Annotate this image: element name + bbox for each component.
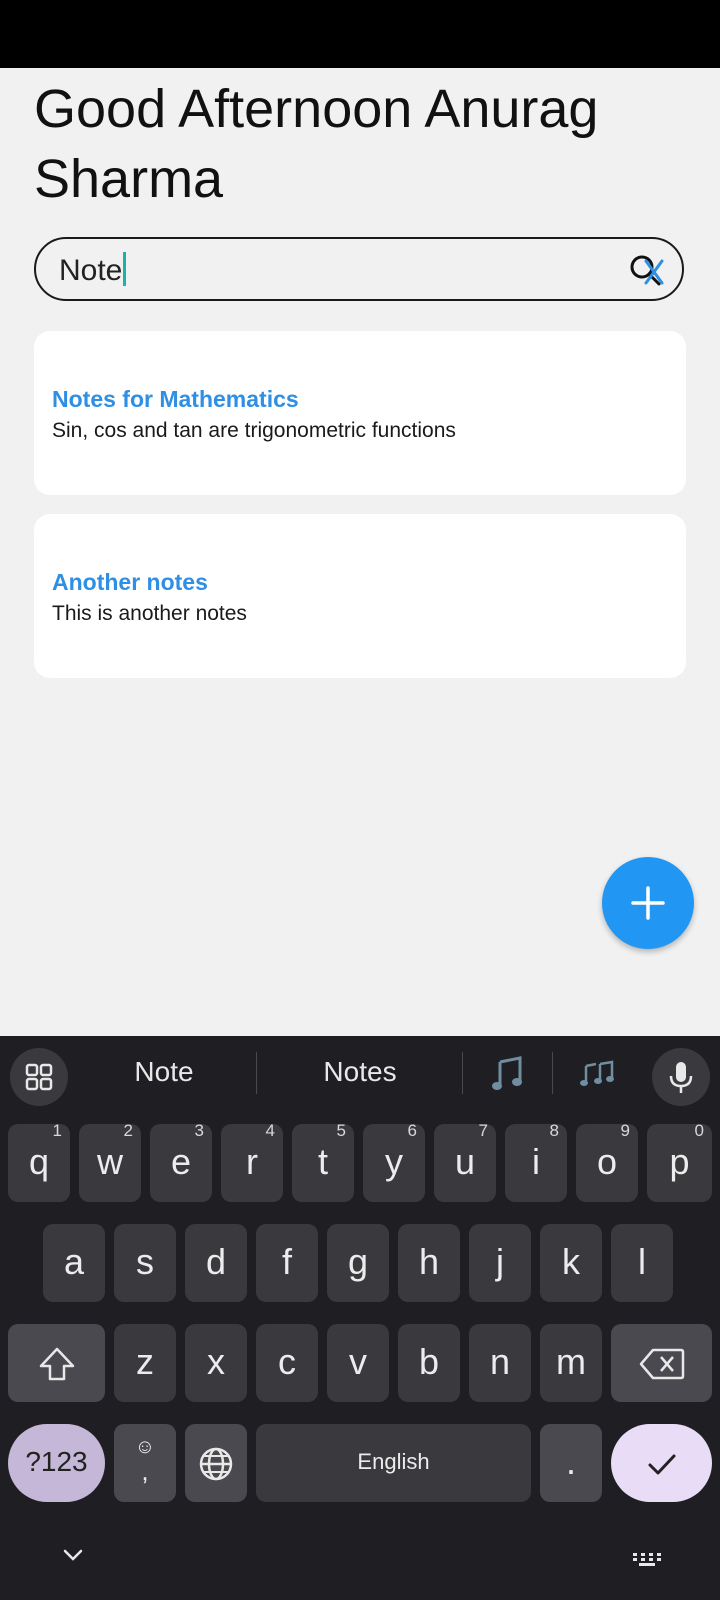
suggestion-item[interactable]: Note: [104, 1056, 224, 1088]
key-u[interactable]: u7: [434, 1121, 496, 1202]
note-body: This is another notes: [52, 602, 247, 625]
plus-icon: [631, 886, 665, 920]
note-card[interactable]: Notes for Mathematics Sin, cos and tan a…: [34, 331, 686, 495]
shift-key[interactable]: [8, 1324, 105, 1402]
key-o[interactable]: o9: [576, 1121, 638, 1202]
shift-icon: [39, 1348, 74, 1381]
key-a[interactable]: a: [43, 1224, 105, 1302]
backspace-icon: [639, 1349, 684, 1380]
keyboard-switcher-icon[interactable]: [632, 1552, 662, 1573]
greeting-title: Good Afternoon Anurag Sharma: [34, 79, 599, 209]
key-y[interactable]: y6: [363, 1121, 425, 1202]
key-p[interactable]: p0: [647, 1121, 712, 1202]
key-i[interactable]: i8: [505, 1121, 567, 1202]
key-m[interactable]: m: [540, 1324, 602, 1402]
note-card[interactable]: Another notes This is another notes: [34, 514, 686, 678]
soft-keyboard: Note Notes q1 w2 e3 r4 t5 y6 u7 i8 o9 p: [0, 1036, 720, 1600]
emoji-comma-key[interactable]: ☺ ,: [114, 1424, 176, 1502]
key-s[interactable]: s: [114, 1224, 176, 1302]
search-clear-icon[interactable]: [628, 253, 664, 289]
suggestion-item[interactable]: Notes: [290, 1056, 430, 1088]
note-title: Another notes: [52, 569, 208, 595]
key-v[interactable]: v: [327, 1324, 389, 1402]
checkmark-icon: [648, 1454, 675, 1475]
music-note-emoji-suggestion[interactable]: [490, 1054, 526, 1099]
search-bar[interactable]: Note: [34, 237, 684, 301]
key-b[interactable]: b: [398, 1324, 460, 1402]
note-title: Notes for Mathematics: [52, 386, 299, 412]
text-caret: [123, 252, 127, 286]
globe-icon: [199, 1448, 233, 1481]
add-note-button[interactable]: [602, 857, 694, 949]
key-f[interactable]: f: [256, 1224, 318, 1302]
symbols-key[interactable]: ?123: [8, 1424, 105, 1502]
key-g[interactable]: g: [327, 1224, 389, 1302]
backspace-key[interactable]: [611, 1324, 712, 1402]
suggestion-divider: [552, 1052, 553, 1094]
key-n[interactable]: n: [469, 1324, 531, 1402]
music-notes-emoji-suggestion[interactable]: [578, 1056, 620, 1097]
key-e[interactable]: e3: [150, 1121, 212, 1202]
key-w[interactable]: w2: [79, 1121, 141, 1202]
hide-keyboard-chevron-icon[interactable]: [62, 1548, 84, 1567]
status-bar: [0, 0, 720, 68]
suggestion-divider: [256, 1052, 257, 1094]
key-z[interactable]: z: [114, 1324, 176, 1402]
enter-key[interactable]: [611, 1424, 712, 1502]
search-input[interactable]: Note: [59, 252, 127, 289]
suggestion-divider: [462, 1052, 463, 1094]
comma-label: ,: [141, 1456, 149, 1486]
emoji-icon: ☺: [134, 1436, 156, 1458]
key-j[interactable]: j: [469, 1224, 531, 1302]
key-t[interactable]: t5: [292, 1121, 354, 1202]
key-q[interactable]: q1: [8, 1121, 70, 1202]
keyboard-apps-button[interactable]: [10, 1048, 68, 1106]
microphone-icon: [669, 1062, 693, 1093]
space-key[interactable]: English: [256, 1424, 531, 1502]
key-x[interactable]: x: [185, 1324, 247, 1402]
key-k[interactable]: k: [540, 1224, 602, 1302]
key-c[interactable]: c: [256, 1324, 318, 1402]
key-h[interactable]: h: [398, 1224, 460, 1302]
period-key[interactable]: .: [540, 1424, 602, 1502]
key-r[interactable]: r4: [221, 1121, 283, 1202]
note-body: Sin, cos and tan are trigonometric funct…: [52, 419, 456, 442]
key-l[interactable]: l: [611, 1224, 673, 1302]
grid-icon: [25, 1063, 53, 1091]
key-d[interactable]: d: [185, 1224, 247, 1302]
voice-input-button[interactable]: [652, 1048, 710, 1106]
language-key[interactable]: [185, 1424, 247, 1502]
